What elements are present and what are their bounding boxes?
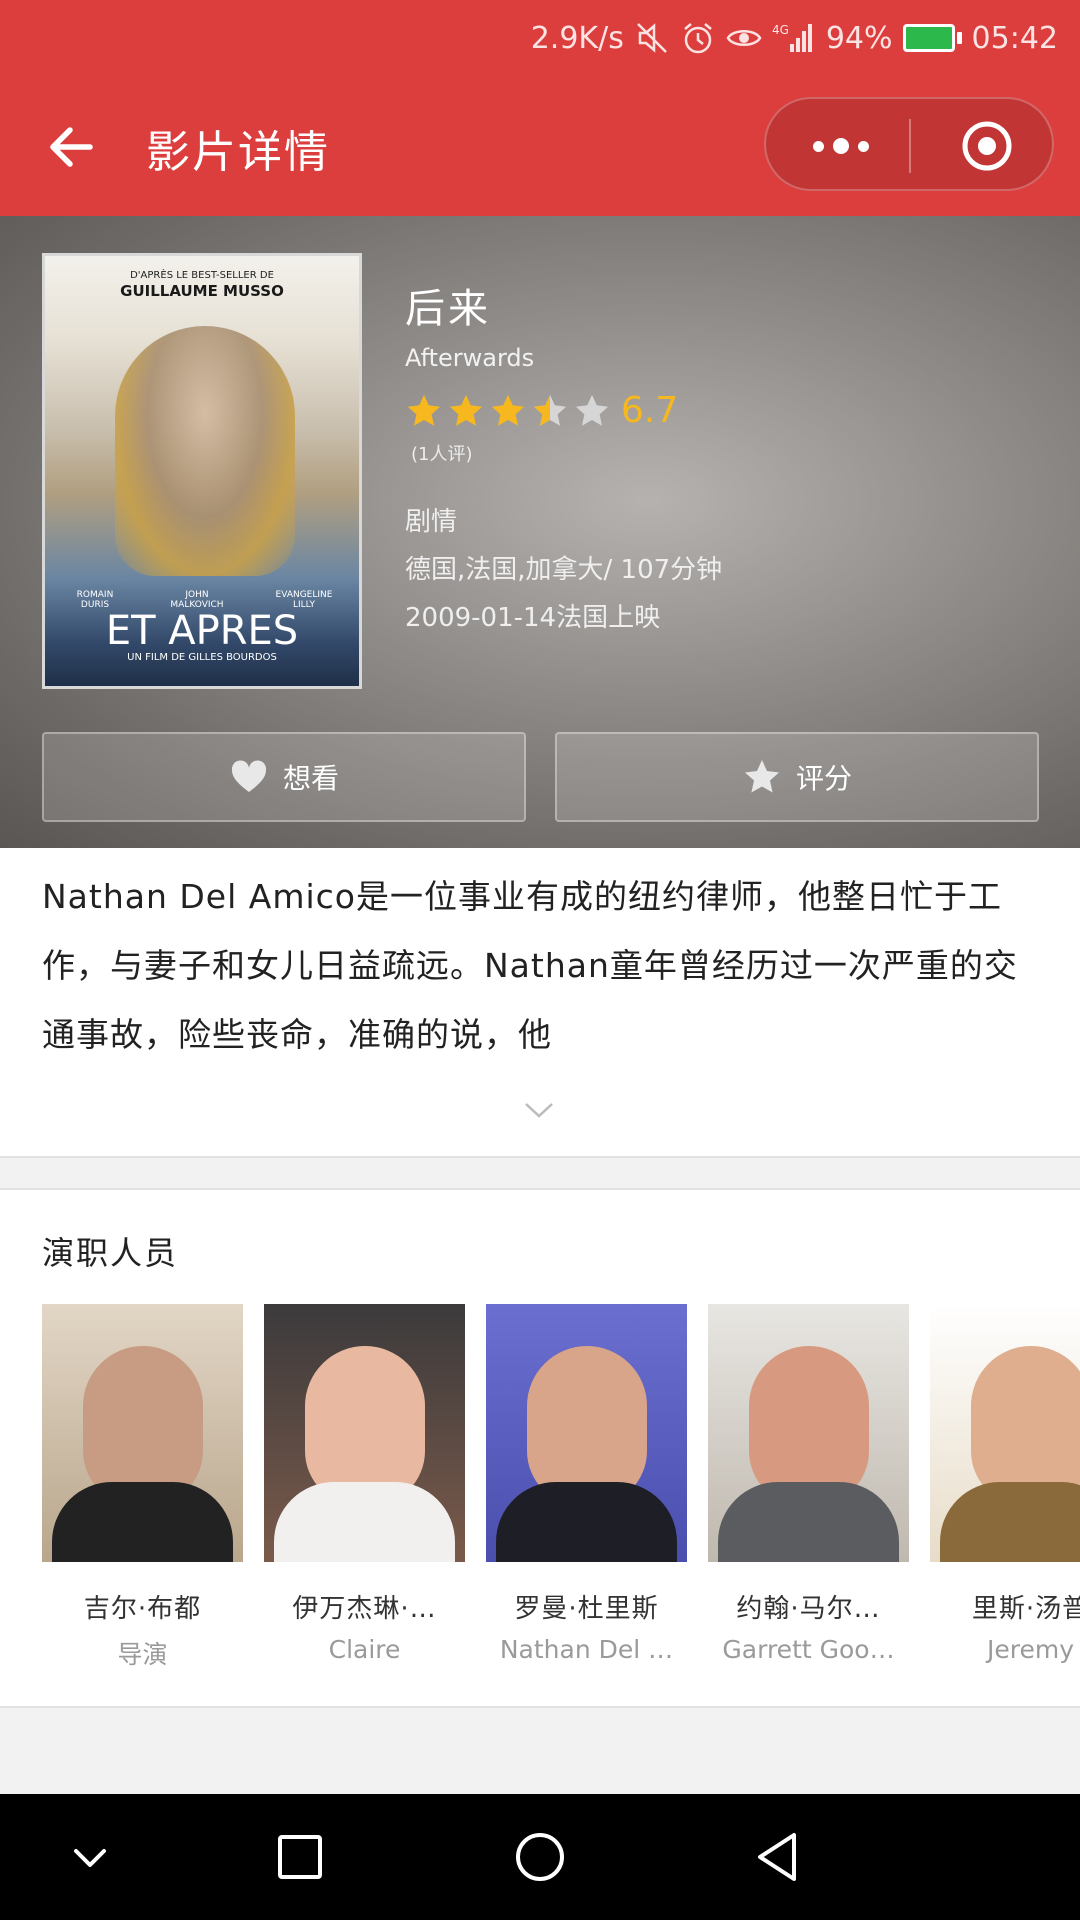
movie-genre: 剧情 [405, 507, 458, 537]
chevron-down-icon[interactable] [524, 1100, 554, 1120]
cast-item[interactable]: 罗曼·杜里斯 Nathan Del … [486, 1304, 687, 1694]
cast-name: 吉尔·布都 [83, 1594, 202, 1624]
cast-item[interactable]: 里斯·汤普 Jeremy [930, 1304, 1080, 1694]
back-button[interactable] [40, 114, 106, 180]
cast-role: 导演 [117, 1640, 168, 1669]
cast-section: 演职人员 吉尔·布都 导演 伊万杰琳·… Claire 罗曼·杜里斯 Natha [0, 1188, 1080, 1708]
net-speed: 2.9K/s [530, 20, 624, 56]
movie-original-title: Afterwards [405, 344, 535, 372]
recent-apps-icon[interactable] [270, 1827, 330, 1887]
capsule-divider [909, 119, 911, 173]
cast-item[interactable]: 约翰·马尔… Garrett Goo… [708, 1304, 909, 1694]
avatar [486, 1304, 687, 1562]
movie-poster[interactable]: D'APRÈS LE BEST-SELLER DE GUILLAUME MUSS… [42, 253, 362, 689]
rating-score: 6.7 [621, 390, 679, 431]
cast-name: 罗曼·杜里斯 [514, 1594, 659, 1624]
cast-item[interactable]: 伊万杰琳·… Claire [264, 1304, 465, 1694]
battery-icon [902, 24, 962, 52]
avatar [42, 1304, 243, 1562]
poster-cast-name: EVANGELINE LILLY [275, 590, 333, 610]
poster-cast: ROMAIN DURIS JOHN MALKOVICH EVANGELINE L… [65, 590, 339, 610]
movie-meta: 剧情 德国,法国,加拿大/ 107分钟 2009-01-14法国上映 [405, 498, 722, 642]
poster-top-line: D'APRÈS LE BEST-SELLER DE [130, 270, 274, 281]
cast-title: 演职人员 [42, 1234, 179, 1272]
poster-author: GUILLAUME MUSSO [120, 282, 284, 300]
battery-percent: 94% [825, 20, 893, 56]
star-icon [449, 394, 483, 426]
poster-cast-name: ROMAIN DURIS [76, 590, 114, 610]
poster-image [115, 326, 295, 576]
synopsis-text: Nathan Del Amico是一位事业有成的纽约律师，他整日忙于工作，与妻子… [42, 877, 1018, 1054]
home-icon[interactable] [510, 1827, 570, 1887]
target-circle-icon[interactable] [960, 119, 1014, 173]
star-icon [744, 760, 779, 793]
movie-header: D'APRÈS LE BEST-SELLER DE GUILLAUME MUSS… [0, 216, 1080, 848]
cast-name: 里斯·汤普 [971, 1594, 1080, 1624]
page-title: 影片详情 [146, 127, 330, 178]
avatar [708, 1304, 909, 1562]
title-bar: 影片详情 [0, 76, 1080, 216]
poster-title: ET APRES [105, 608, 299, 654]
cast-item[interactable]: 吉尔·布都 导演 [42, 1304, 243, 1694]
poster-subtitle: UN FILM DE GILLES BOURDOS [127, 652, 277, 663]
clock: 05:42 [971, 20, 1058, 56]
avatar [930, 1304, 1080, 1562]
more-dots-icon[interactable] [796, 117, 886, 175]
cast-name: 约翰·马尔… [736, 1594, 881, 1624]
rate-button[interactable]: 评分 [555, 732, 1039, 822]
chevron-down-icon[interactable] [60, 1827, 120, 1887]
cast-role: Nathan Del … [499, 1635, 674, 1664]
cast-list[interactable]: 吉尔·布都 导演 伊万杰琳·… Claire 罗曼·杜里斯 Nathan Del… [42, 1304, 1080, 1694]
avatar [264, 1304, 465, 1562]
cast-name: 伊万杰琳·… [292, 1594, 437, 1624]
rate-label: 评分 [795, 762, 852, 795]
signal-icon: 4G [772, 23, 812, 52]
status-icons: 2.9K/s 4G 94% 05:42 [531, 14, 1058, 62]
movie-region-duration: 德国,法国,加拿大/ 107分钟 [405, 555, 723, 585]
heart-icon [231, 760, 267, 792]
poster-cast-name: JOHN MALKOVICH [170, 590, 224, 610]
want-to-watch-button[interactable]: 想看 [42, 732, 526, 822]
star-icon [407, 394, 441, 426]
star-half-icon [533, 394, 567, 426]
rating-count: (1人评) [411, 444, 473, 465]
signal-label: 4G [772, 23, 789, 37]
cast-role: Claire [328, 1635, 401, 1664]
movie-info: 后来 Afterwards 6.7 (1人评) 剧情 德国,法国,加拿大/ 10… [405, 276, 722, 633]
eye-icon [726, 30, 762, 46]
cast-role: Jeremy [986, 1635, 1074, 1664]
alarm-icon [684, 23, 712, 54]
mute-icon [636, 23, 667, 53]
synopsis-section: Nathan Del Amico是一位事业有成的纽约律师，他整日忙于工作，与妻子… [0, 848, 1080, 1158]
system-nav-bar [0, 1794, 1080, 1920]
status-bar: 2.9K/s 4G 94% 05:42 [0, 0, 1080, 76]
star-empty-icon [575, 394, 609, 426]
mini-program-capsule [764, 97, 1054, 191]
movie-title: 后来 [405, 286, 491, 332]
star-icon [491, 394, 525, 426]
want-to-watch-label: 想看 [282, 762, 339, 795]
movie-release: 2009-01-14法国上映 [405, 603, 661, 633]
back-triangle-icon[interactable] [750, 1827, 810, 1887]
cast-role: Garrett Goo… [722, 1635, 895, 1664]
rating-stars: 6.7 [405, 390, 705, 431]
